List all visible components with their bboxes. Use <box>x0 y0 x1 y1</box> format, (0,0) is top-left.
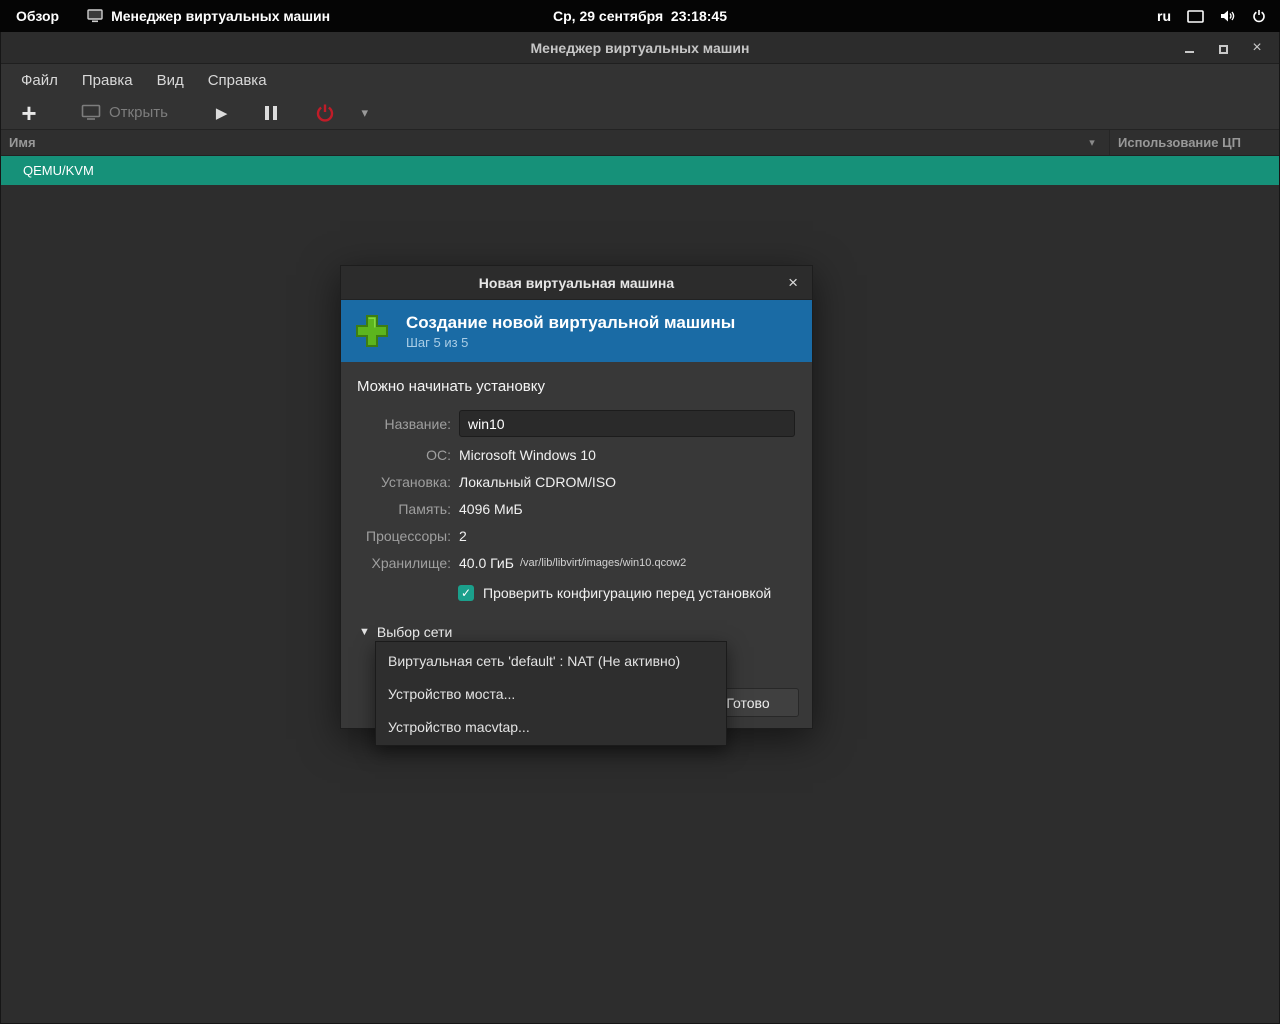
field-value-cpus: 2 <box>459 527 467 544</box>
connection-label: QEMU/KVM <box>23 163 94 178</box>
menu-item-macvtap-device[interactable]: Устройство macvtap... <box>376 710 726 743</box>
dialog-titlebar[interactable]: Новая виртуальная машина × <box>341 266 812 300</box>
power-icon <box>315 103 335 123</box>
field-label-cpus: Процессоры: <box>366 527 451 544</box>
storage-path: /var/lib/libvirt/images/win10.qcow2 <box>519 556 687 569</box>
field-row-cpus: Процессоры: 2 <box>355 522 798 549</box>
chevron-down-icon: ▾ <box>361 104 368 120</box>
menubar: Файл Правка Вид Справка <box>1 64 1279 96</box>
column-header-name[interactable]: Имя <box>1 135 1075 150</box>
field-value-install: Локальный CDROM/ISO <box>459 473 617 490</box>
field-label-storage: Хранилище: <box>371 554 452 571</box>
shutdown-vm-button[interactable] <box>307 98 343 128</box>
window-title: Менеджер виртуальных машин <box>530 39 750 56</box>
shutdown-menu-button[interactable]: ▾ <box>353 98 376 128</box>
checkbox-checked-icon[interactable]: ✓ <box>458 584 474 601</box>
close-button[interactable]: × <box>1249 39 1265 56</box>
dialog-close-icon[interactable]: × <box>788 274 812 291</box>
finish-button-label: Готово <box>726 694 770 711</box>
network-selection-menu: Виртуальная сеть 'default' : NAT (Не акт… <box>375 641 727 746</box>
field-value-os: Microsoft Windows 10 <box>459 446 596 463</box>
clock[interactable]: Ср, 29 сентября 23:18:45 <box>0 8 1280 24</box>
sort-arrow-icon[interactable]: ▾ <box>1075 136 1109 149</box>
window-titlebar[interactable]: Менеджер виртуальных машин × <box>1 32 1279 64</box>
network-selection-expander[interactable]: ▼ Выбор сети <box>359 624 798 640</box>
monitor-icon <box>81 104 101 121</box>
menu-help[interactable]: Справка <box>198 68 277 93</box>
dialog-step-indicator: Шаг 5 из 5 <box>406 334 469 350</box>
new-vm-button[interactable]: + <box>13 98 45 128</box>
vm-list-header: Имя ▾ Использование ЦП <box>1 130 1279 156</box>
customize-config-label: Проверить конфигурацию перед установкой <box>483 584 772 601</box>
menu-item-bridge-device[interactable]: Устройство моста... <box>376 677 726 710</box>
expander-arrow-icon: ▼ <box>359 626 370 638</box>
dialog-header: Создание новой виртуальной машины Шаг 5 … <box>341 300 812 362</box>
field-label-memory: Память: <box>398 500 451 517</box>
field-row-os: ОС: Microsoft Windows 10 <box>355 441 798 468</box>
connection-row-qemu-kvm[interactable]: QEMU/KVM <box>1 156 1279 185</box>
field-row-memory: Память: 4096 МиБ <box>355 495 798 522</box>
menu-edit[interactable]: Правка <box>72 68 143 93</box>
menu-view[interactable]: Вид <box>147 68 194 93</box>
menu-file[interactable]: Файл <box>11 68 68 93</box>
dialog-title: Новая виртуальная машина <box>478 274 675 291</box>
new-vm-plus-icon <box>353 312 391 350</box>
run-vm-button[interactable]: ▶ <box>208 98 236 128</box>
ready-text: Можно начинать установку <box>357 378 546 395</box>
pause-icon <box>265 105 270 120</box>
field-value-storage: 40.0 ГиБ <box>459 554 514 571</box>
menu-item-virtual-network-default[interactable]: Виртуальная сеть 'default' : NAT (Не акт… <box>376 644 726 677</box>
customize-config-row[interactable]: ✓ Проверить конфигурацию перед установко… <box>458 578 798 607</box>
maximize-button[interactable] <box>1215 40 1231 56</box>
field-row-name: Название: <box>355 408 798 439</box>
column-header-cpu[interactable]: Использование ЦП <box>1109 130 1279 155</box>
open-button[interactable]: Открыть <box>73 98 176 128</box>
plus-icon: + <box>21 97 37 128</box>
dialog-header-title: Создание новой виртуальной машины <box>406 312 736 332</box>
open-button-label: Открыть <box>109 104 168 121</box>
field-label-name: Название: <box>384 415 451 432</box>
toolbar: + Открыть ▶ ▾ <box>1 96 1279 130</box>
field-row-install: Установка: Локальный CDROM/ISO <box>355 468 798 495</box>
network-expander-label: Выбор сети <box>376 624 453 640</box>
field-row-storage: Хранилище: 40.0 ГиБ /var/lib/libvirt/ima… <box>355 549 798 576</box>
field-value-memory: 4096 МиБ <box>459 500 523 517</box>
gnome-top-bar: Обзор Менеджер виртуальных машин Ср, 29 … <box>0 0 1280 32</box>
play-icon: ▶ <box>215 104 228 122</box>
field-label-os: ОС: <box>426 446 451 463</box>
field-label-install: Установка: <box>380 473 451 490</box>
vm-name-input[interactable] <box>459 410 795 437</box>
pause-vm-button[interactable] <box>257 98 285 128</box>
minimize-button[interactable] <box>1181 40 1197 56</box>
